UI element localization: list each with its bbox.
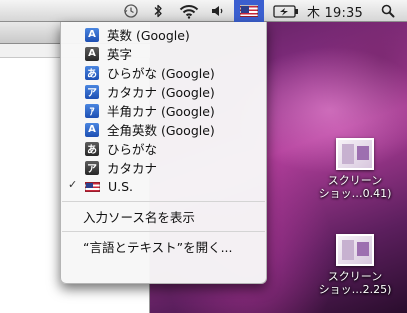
- desktop-file-label-line2: ショッ…0.41): [318, 187, 392, 200]
- time-machine-menu[interactable]: [121, 0, 141, 22]
- menu-item-label: 英字: [107, 47, 133, 62]
- menu-item-zenkaku-eisu-google[interactable]: A 全角英数 (Google): [61, 120, 266, 139]
- input-katakana-icon: ア: [85, 160, 99, 175]
- bluetooth-menu[interactable]: [150, 0, 166, 22]
- menu-item-label: 全角英数 (Google): [107, 123, 215, 138]
- menu-item-label: 英数 (Google): [107, 28, 190, 43]
- us-flag-icon: [85, 181, 100, 192]
- desktop-file-label-line1: スクリーン: [327, 270, 383, 283]
- menu-item-katakana-google[interactable]: ア カタカナ (Google): [61, 82, 266, 101]
- menu-separator: [62, 201, 265, 202]
- spotlight-menu[interactable]: [378, 0, 398, 22]
- menu-item-us[interactable]: ✓ U.S.: [61, 177, 266, 196]
- menu-item-label: ひらがな: [107, 142, 158, 157]
- menu-item-label: 半角カナ (Google): [107, 104, 215, 119]
- input-katakana-icon: ア: [85, 84, 99, 99]
- menu-item-hiragana[interactable]: あ ひらがな: [61, 139, 266, 158]
- menu-item-label: U.S.: [108, 179, 134, 194]
- desktop-file-screenshot-1[interactable]: スクリーン ショッ…0.41): [313, 138, 397, 200]
- battery-menu[interactable]: [272, 0, 300, 22]
- input-halfwidth-kana-icon: ｱ: [85, 103, 99, 118]
- speaker-icon: [212, 6, 223, 16]
- magnifier-icon: [381, 4, 395, 18]
- checkmark-icon: ✓: [68, 178, 78, 191]
- screenshot-thumbnail-icon: [336, 234, 374, 266]
- desktop-file-screenshot-2[interactable]: スクリーン ショッ…2.25): [313, 234, 397, 296]
- input-hiragana-icon: あ: [85, 141, 99, 156]
- menubar-clock[interactable]: 木 19:35: [303, 0, 367, 22]
- desktop-file-label-line2: ショッ…2.25): [318, 283, 392, 296]
- input-source-dropdown: A 英数 (Google) A 英字 あ ひらがな (Google) ア カタカ…: [60, 22, 267, 284]
- menu-item-eisu-google[interactable]: A 英数 (Google): [61, 25, 266, 44]
- menu-item-hankaku-kana-google[interactable]: ｱ 半角カナ (Google): [61, 101, 266, 120]
- battery-icon: [273, 4, 298, 18]
- wifi-menu[interactable]: [178, 0, 200, 22]
- menu-bar: 木 19:35: [0, 0, 407, 22]
- input-hiragana-icon: あ: [85, 65, 99, 80]
- menu-item-label: ひらがな (Google): [107, 66, 215, 81]
- menu-item-katakana[interactable]: ア カタカナ: [61, 158, 266, 177]
- menu-separator: [62, 231, 265, 232]
- menu-item-label: カタカナ: [107, 161, 158, 176]
- clock-icon: [124, 4, 138, 18]
- menu-item-label: カタカナ (Google): [107, 85, 215, 100]
- menu-item-open-language-text[interactable]: “言語とテキスト”を開く...: [61, 237, 266, 256]
- input-source-menu[interactable]: [234, 0, 264, 22]
- wifi-icon: [179, 4, 199, 19]
- input-fullwidth-alphanumeric-icon: A: [85, 122, 99, 137]
- desktop-file-label-line1: スクリーン: [327, 174, 383, 187]
- input-alphanumeric-icon: A: [85, 46, 99, 61]
- menu-item-eiji[interactable]: A 英字: [61, 44, 266, 63]
- menu-item-hiragana-google[interactable]: あ ひらがな (Google): [61, 63, 266, 82]
- menu-item-show-input-source-name[interactable]: 入力ソース名を表示: [61, 207, 266, 226]
- volume-menu[interactable]: [208, 0, 228, 22]
- us-flag-icon: [240, 5, 258, 17]
- bluetooth-icon: [154, 4, 162, 18]
- input-alphanumeric-icon: A: [85, 27, 99, 42]
- screenshot-thumbnail-icon: [336, 138, 374, 170]
